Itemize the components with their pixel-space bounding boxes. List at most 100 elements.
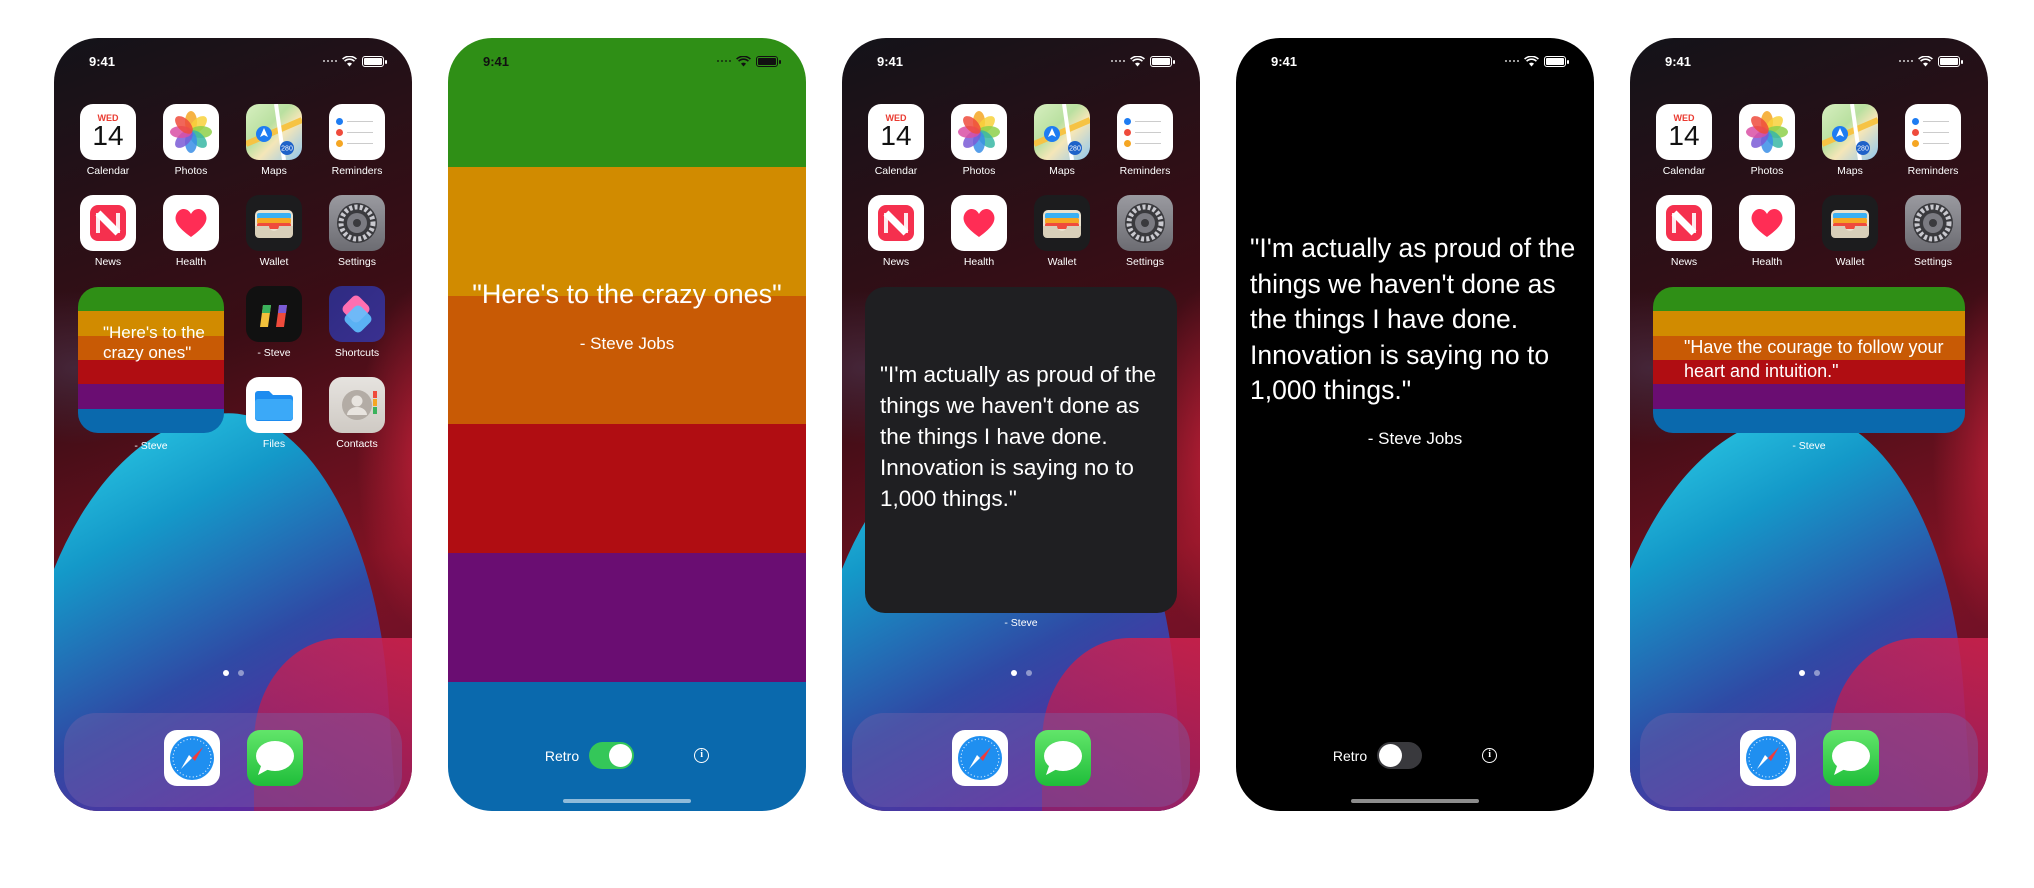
dock — [1640, 713, 1978, 807]
app-wallet[interactable]: Wallet — [1034, 195, 1090, 268]
wallet-icon — [1034, 195, 1090, 251]
app-health[interactable]: Health — [951, 195, 1007, 268]
calendar-date: 14 — [92, 120, 124, 151]
app-messages[interactable] — [1823, 730, 1879, 786]
app-maps[interactable]: 280 Maps — [1034, 104, 1090, 177]
app-label: Shortcuts — [334, 347, 380, 359]
app-maps[interactable]: 280 Maps — [246, 104, 302, 177]
retro-stripe — [1653, 408, 1965, 433]
app-settings[interactable]: Settings — [1117, 195, 1173, 268]
app-label: Settings — [338, 256, 376, 268]
messages-icon — [1035, 730, 1091, 786]
signal-icon — [323, 60, 337, 62]
app-photos[interactable]: Photos — [163, 104, 219, 177]
retro-toggle[interactable] — [1377, 742, 1423, 769]
app-safari[interactable] — [164, 730, 220, 786]
quote-widget-large[interactable]: "I'm actually as proud of the things we … — [865, 287, 1177, 613]
app-health[interactable]: Health — [1739, 195, 1795, 268]
app-safari[interactable] — [1740, 730, 1796, 786]
status-time: 9:41 — [1271, 53, 1298, 69]
app-steve[interactable]: - Steve — [246, 286, 302, 359]
app-label: News — [1670, 256, 1698, 268]
wifi-icon — [1918, 55, 1933, 66]
app-health[interactable]: Health — [163, 195, 219, 268]
widget-quote-text: "I'm actually as proud of the things we … — [880, 362, 1157, 511]
app-messages[interactable] — [247, 730, 303, 786]
app-maps[interactable]: 280 Maps — [1822, 104, 1878, 177]
app-label: Reminders — [1907, 165, 1959, 177]
app-label: Contacts — [336, 438, 378, 450]
reminders-icon — [329, 104, 385, 160]
battery-icon — [1544, 55, 1569, 67]
photos-icon — [163, 104, 219, 160]
messages-icon — [247, 730, 303, 786]
app-label: Health — [963, 256, 995, 268]
widget-quote-text: "Here's to the crazy ones" — [103, 323, 205, 362]
app-label: Calendar — [1662, 165, 1706, 177]
app-reminders[interactable]: Reminders — [329, 104, 385, 177]
retro-stripe — [78, 359, 224, 385]
contacts-icon — [329, 377, 385, 433]
news-icon — [80, 195, 136, 251]
battery-icon — [1938, 55, 1963, 67]
retro-stripe — [1653, 287, 1965, 312]
maps-badge: 280 — [281, 146, 293, 153]
reminders-icon — [1117, 104, 1173, 160]
app-messages[interactable] — [1035, 730, 1091, 786]
signal-icon — [717, 60, 731, 62]
app-shortcuts[interactable]: Shortcuts — [329, 286, 385, 359]
retro-toggle-label: Retro — [1332, 747, 1368, 764]
home-indicator — [563, 799, 691, 803]
signal-icon — [1505, 60, 1519, 62]
info-icon[interactable]: i — [694, 748, 710, 763]
calendar-date: 14 — [880, 120, 912, 151]
app-label: Calendar — [874, 165, 918, 177]
app-photos[interactable]: Photos — [1739, 104, 1795, 177]
safari-icon — [952, 730, 1008, 786]
app-calendar[interactable]: WED 14 Calendar — [1656, 104, 1712, 177]
signal-icon — [1899, 60, 1913, 62]
retro-toggle[interactable] — [589, 742, 635, 769]
status-bar: 9:41 — [1236, 38, 1594, 78]
photos-icon — [1739, 104, 1795, 160]
settings-icon — [329, 195, 385, 251]
app-wallet[interactable]: Wallet — [1822, 195, 1878, 268]
app-news[interactable]: News — [80, 195, 136, 268]
health-icon — [951, 195, 1007, 251]
app-news[interactable]: News — [1656, 195, 1712, 268]
app-settings[interactable]: Settings — [329, 195, 385, 268]
wifi-icon — [342, 55, 357, 66]
maps-badge: 280 — [1069, 146, 1081, 153]
app-safari[interactable] — [952, 730, 1008, 786]
app-wallet[interactable]: Wallet — [246, 195, 302, 268]
status-bar: 9:41 — [54, 38, 412, 78]
quote-widget-medium[interactable]: "Have the courage to follow your heart a… — [1653, 287, 1965, 433]
messages-icon — [1823, 730, 1879, 786]
app-news[interactable]: News — [868, 195, 924, 268]
app-photos[interactable]: Photos — [951, 104, 1007, 177]
retro-stripe — [448, 553, 806, 683]
wifi-icon — [736, 55, 751, 66]
info-icon[interactable]: i — [1482, 748, 1498, 763]
app-settings[interactable]: Settings — [1905, 195, 1961, 268]
app-label: Maps — [1049, 165, 1075, 177]
quote-text: "I'm actually as proud of the things we … — [1250, 233, 1576, 405]
retro-stripe — [78, 287, 224, 312]
safari-icon — [1740, 730, 1796, 786]
quote-widget-small[interactable]: "Here's to the crazy ones" — [78, 287, 224, 433]
retro-stripe — [1653, 384, 1965, 409]
widget-caption: - Steve — [1004, 617, 1038, 629]
app-label: News — [94, 256, 122, 268]
app-files[interactable]: Files — [246, 377, 302, 450]
app-reminders[interactable]: Reminders — [1905, 104, 1961, 177]
battery-icon — [1150, 55, 1175, 67]
app-calendar[interactable]: WED 14 Calendar — [80, 104, 136, 177]
quote-app-icon — [246, 286, 302, 342]
app-contacts[interactable]: Contacts — [329, 377, 385, 450]
app-reminders[interactable]: Reminders — [1117, 104, 1173, 177]
retro-stripe — [78, 384, 224, 409]
retro-stripe — [1653, 311, 1965, 336]
app-label: Maps — [261, 165, 287, 177]
battery-icon — [362, 55, 387, 67]
app-calendar[interactable]: WED 14 Calendar — [868, 104, 924, 177]
